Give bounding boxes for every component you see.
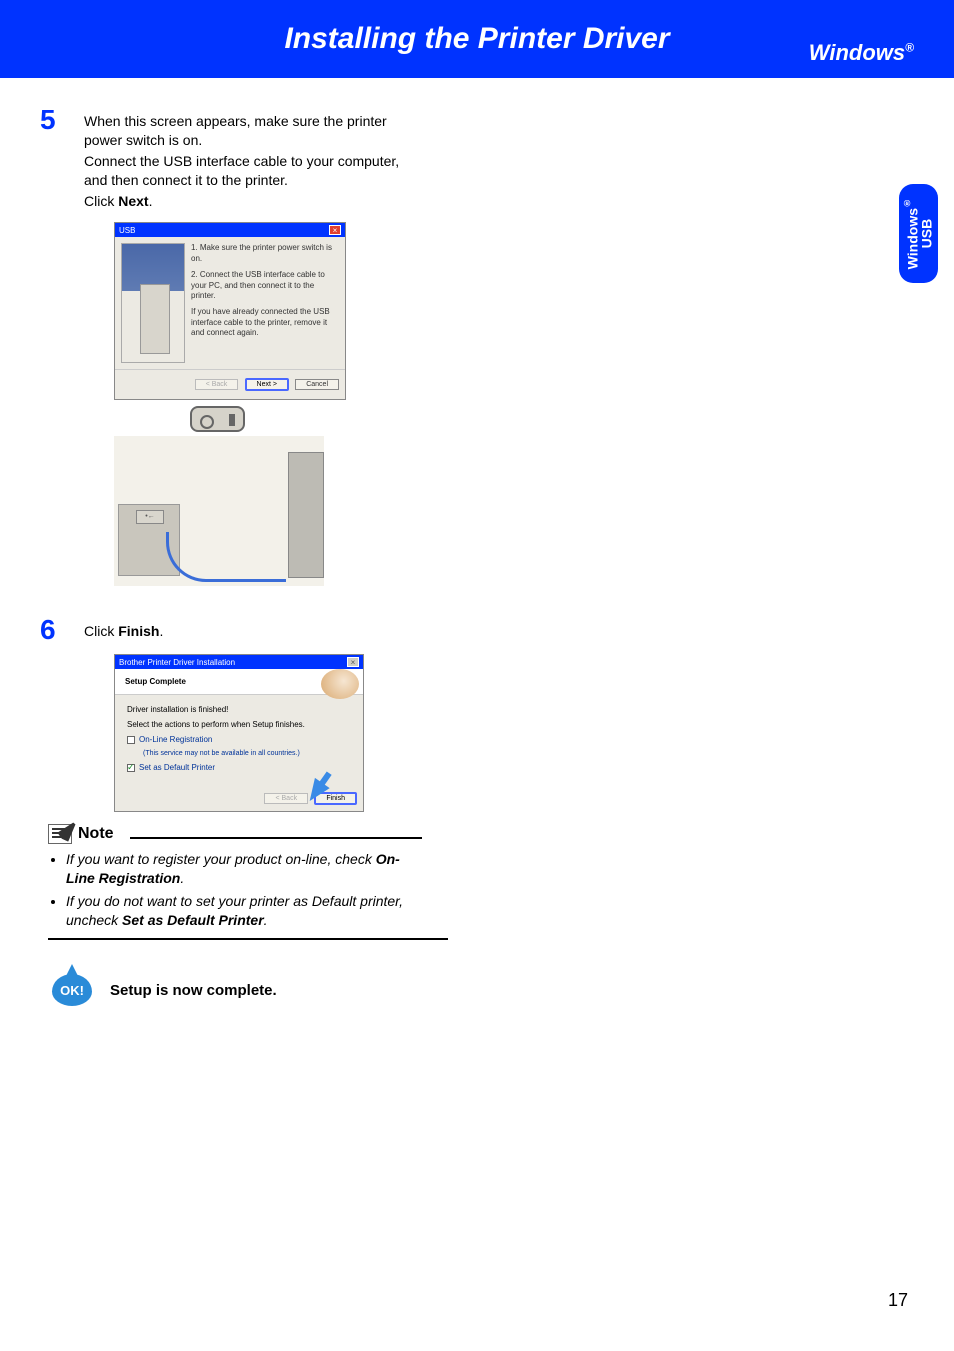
ok-badge-icon: OK! (52, 974, 92, 1006)
printer-icon (288, 452, 324, 578)
note-header: Note (48, 824, 422, 844)
side-tab-text: Windows® USB (903, 198, 934, 269)
usb-hub-drawing (190, 406, 422, 432)
note-item: If you do not want to set your printer a… (66, 892, 422, 930)
note-item: If you want to register your product on-… (66, 850, 422, 888)
next-button[interactable]: Next > (245, 378, 289, 391)
printer-illustration (121, 243, 185, 363)
step-number: 6 (40, 616, 84, 644)
step5-line2: Connect the USB interface cable to your … (84, 152, 422, 190)
checkbox-icon (127, 736, 135, 744)
registered-mark: ® (902, 198, 912, 208)
step-6: 6 Click Finish. (40, 616, 422, 644)
dialog-heading: Setup Complete (115, 669, 363, 695)
back-button[interactable]: < Back (195, 379, 239, 390)
finish-dialog: Brother Printer Driver Installation × Se… (114, 654, 364, 812)
step6-line1: Click Finish. (84, 622, 422, 641)
dlg1-line1: 1. Make sure the printer power switch is… (191, 243, 339, 264)
registered-mark: ® (905, 41, 914, 55)
setup-complete-row: OK! Setup is now complete. (52, 974, 422, 1006)
note-title: Note (78, 825, 114, 843)
note-list: If you want to register your product on-… (40, 850, 422, 930)
side-tab: Windows® USB (899, 184, 938, 283)
side-tab-port: USB (919, 219, 935, 249)
service-note: (This service may not be available in al… (143, 750, 351, 757)
dlg1-line2: 2. Connect the USB interface cable to yo… (191, 270, 339, 301)
horizontal-rule (48, 938, 448, 940)
default-printer-checkbox[interactable]: Set as Default Printer (127, 763, 351, 772)
setup-complete-text: Setup is now complete. (110, 982, 277, 999)
dialog-title: Brother Printer Driver Installation (119, 658, 235, 667)
dialog-title: USB (119, 226, 135, 235)
dialog-footer: < Back Next > Cancel (115, 369, 345, 399)
close-icon[interactable]: × (329, 225, 341, 235)
dialog-body: 1. Make sure the printer power switch is… (115, 237, 345, 369)
dialog-text: 1. Make sure the printer power switch is… (191, 243, 339, 363)
header-os-name: Windows (809, 40, 905, 65)
dlg2-finished: Driver installation is finished! (127, 705, 351, 714)
step-number: 5 (40, 106, 84, 134)
usb-port-label: •← (136, 510, 164, 524)
step-5: 5 When this screen appears, make sure th… (40, 106, 422, 212)
header-os: Windows® (809, 40, 914, 66)
step-body: Click Finish. (84, 616, 422, 643)
page-header: Installing the Printer Driver Windows® (0, 0, 954, 78)
page-number: 17 (888, 1290, 908, 1311)
usb-dialog: USB × 1. Make sure the printer power swi… (114, 222, 346, 400)
step5-line1: When this screen appears, make sure the … (84, 112, 422, 150)
checkbox-icon (127, 764, 135, 772)
horizontal-rule (130, 837, 422, 839)
step5-line3: Click Next. (84, 192, 422, 211)
step-body: When this screen appears, make sure the … (84, 106, 422, 212)
note-icon (48, 824, 72, 844)
dialog-titlebar: Brother Printer Driver Installation × (115, 655, 363, 669)
cancel-button[interactable]: Cancel (295, 379, 339, 390)
dialog-titlebar: USB × (115, 223, 345, 237)
connection-photo: •← (114, 436, 324, 586)
dlg2-select: Select the actions to perform when Setup… (127, 720, 351, 729)
usb-hub-icon (190, 406, 245, 432)
dlg1-line3: If you have already connected the USB in… (191, 307, 339, 338)
dialog-footer: < Back Finish (115, 786, 363, 811)
online-registration-checkbox[interactable]: On-Line Registration (127, 735, 351, 744)
close-icon[interactable]: × (347, 657, 359, 667)
main-content: 5 When this screen appears, make sure th… (0, 78, 460, 1006)
usb-cable-icon (166, 532, 286, 582)
